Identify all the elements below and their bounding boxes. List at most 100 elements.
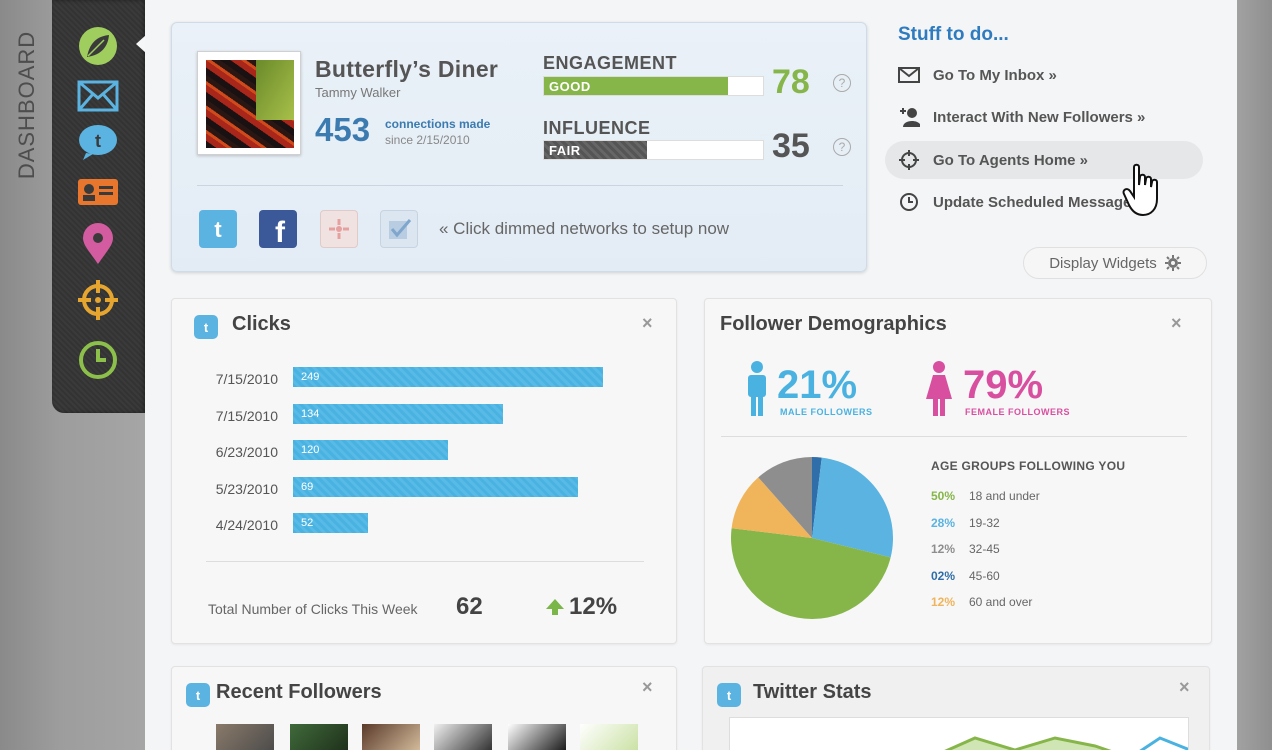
demographics-divider	[721, 436, 1187, 437]
yelp-network-button[interactable]	[320, 210, 358, 248]
click-value: 249	[301, 371, 320, 383]
sidebar-item-mail[interactable]	[76, 74, 120, 118]
twitter-icon: t	[194, 315, 218, 339]
age-group-label: 18 and under	[969, 489, 1040, 503]
male-percent: 21%	[777, 363, 858, 407]
connections-since: since 2/15/2010	[385, 133, 470, 147]
click-date: 7/15/2010	[215, 371, 278, 387]
connections-label: connections made	[385, 117, 491, 131]
gear-icon	[1164, 255, 1181, 271]
leaf-icon	[79, 27, 117, 65]
clicks-title: Clicks	[232, 313, 291, 335]
hand-cursor-icon	[1122, 163, 1158, 217]
twitter-icon: t	[717, 683, 741, 707]
influence-bar-fill: FAIR	[544, 141, 647, 159]
click-bar[interactable]: 134	[293, 403, 503, 424]
svg-text:t: t	[95, 131, 101, 151]
age-group-percent: 12%	[931, 595, 956, 609]
age-group-row: 12% 60 and over	[931, 595, 1032, 609]
yelp-icon	[329, 219, 349, 239]
click-date: 6/23/2010	[215, 444, 278, 460]
age-pie-chart	[731, 457, 893, 619]
display-widgets-label: Display Widgets	[1049, 254, 1157, 272]
clock-icon	[79, 341, 117, 379]
clicks-total-label: Total Number of Clicks This Week	[208, 601, 418, 617]
engagement-score: 78	[772, 63, 810, 101]
location-pin-icon	[83, 223, 113, 264]
display-widgets-button[interactable]: Display Widgets	[1023, 247, 1207, 279]
age-group-label: 60 and over	[969, 595, 1033, 609]
click-bar[interactable]: 120	[293, 440, 448, 460]
follower-avatar[interactable]	[580, 724, 638, 750]
twitter-network-button[interactable]: t	[199, 210, 237, 248]
click-value: 52	[301, 517, 314, 529]
sidebar-item-clock[interactable]	[76, 338, 120, 382]
todo-interact-followers[interactable]: Interact With New Followers »	[885, 98, 1203, 136]
age-group-label: 45-60	[969, 568, 1000, 583]
recent-followers-widget: t Recent Followers ×	[171, 666, 677, 750]
business-name: Butterfly’s Diner	[315, 56, 499, 82]
age-group-row: 12% 32-45	[931, 542, 1000, 556]
age-group-percent: 28%	[931, 515, 956, 530]
sidebar-item-leaf[interactable]	[76, 24, 120, 68]
checkin-network-button[interactable]	[380, 210, 418, 248]
crosshair-icon	[897, 150, 921, 170]
click-bar[interactable]: 52	[293, 513, 368, 533]
todo-label: Interact With New Followers »	[933, 108, 1146, 126]
close-icon[interactable]: ×	[642, 677, 653, 698]
age-group-percent: 12%	[931, 542, 956, 556]
click-value: 120	[301, 444, 320, 456]
recent-followers-title: Recent Followers	[216, 681, 382, 703]
svg-text:f: f	[275, 216, 286, 244]
engagement-help-icon[interactable]: ?	[833, 74, 851, 92]
todo-label: Go To My Inbox »	[933, 66, 1057, 84]
close-icon[interactable]: ×	[642, 313, 653, 334]
svg-text:t: t	[214, 217, 222, 242]
follower-avatar[interactable]	[362, 724, 420, 750]
click-date: 7/15/2010	[215, 407, 278, 424]
envelope-icon	[897, 65, 921, 85]
facebook-network-button[interactable]: f	[259, 210, 297, 248]
follower-avatar[interactable]	[434, 724, 492, 750]
age-group-percent: 02%	[931, 568, 956, 583]
age-group-row: 50% 18 and under	[931, 489, 1040, 503]
contact-card-icon	[78, 179, 118, 205]
avatar[interactable]	[197, 51, 301, 155]
engagement-rating: GOOD	[549, 78, 591, 94]
follower-avatar[interactable]	[290, 724, 348, 750]
twitter-icon: t	[186, 683, 210, 707]
age-groups-title: AGE GROUPS FOLLOWING YOU	[931, 459, 1126, 473]
engagement-bar-fill: GOOD	[544, 77, 728, 95]
engagement-bar: GOOD	[543, 76, 764, 96]
dashboard-label-area: DASHBOARD	[0, 0, 50, 210]
sidebar-item-contact[interactable]	[76, 170, 120, 214]
close-icon[interactable]: ×	[1179, 677, 1190, 698]
follower-avatar[interactable]	[216, 724, 274, 750]
female-label: FEMALE FOLLOWERS	[965, 407, 1070, 417]
influence-title: INFLUENCE	[543, 118, 651, 138]
click-bar[interactable]: 69	[293, 476, 578, 497]
owner-name: Tammy Walker	[315, 85, 401, 100]
influence-help-icon[interactable]: ?	[833, 138, 851, 156]
sidebar-item-twitter[interactable]: t	[76, 120, 120, 164]
checkbox-icon	[389, 219, 412, 239]
age-group-row: 02% 45-60	[931, 569, 1000, 583]
click-value: 69	[301, 480, 314, 493]
female-percent: 79%	[963, 363, 1044, 407]
age-group-label: 32-45	[969, 542, 1000, 556]
click-bar[interactable]: 249	[293, 367, 603, 387]
todo-go-to-inbox[interactable]: Go To My Inbox »	[885, 56, 1203, 94]
male-icon	[748, 361, 766, 416]
networks-hint: « Click dimmed networks to setup now	[439, 219, 730, 238]
crosshair-icon	[78, 280, 118, 320]
sidebar-item-location[interactable]	[76, 222, 120, 266]
male-label: MALE FOLLOWERS	[780, 407, 873, 417]
age-group-label: 19-32	[969, 515, 1000, 530]
connections-count: 453	[315, 111, 371, 148]
influence-bar: FAIR	[543, 140, 764, 160]
influence-score: 35	[772, 127, 810, 165]
clock-icon	[897, 192, 921, 212]
close-icon[interactable]: ×	[1171, 313, 1182, 334]
sidebar-item-target[interactable]	[76, 278, 120, 322]
follower-avatar[interactable]	[508, 724, 566, 750]
